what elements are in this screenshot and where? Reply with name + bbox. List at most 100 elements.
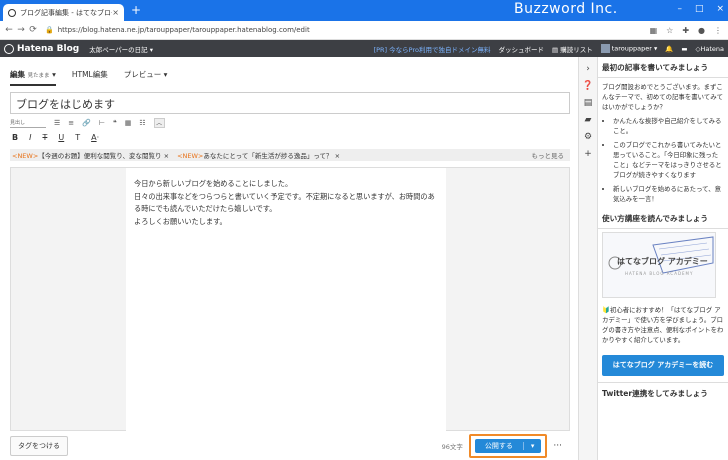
sidebar-heading: 使い方講座を読んでみましょう	[598, 208, 728, 229]
text-color-icon[interactable]: A·	[91, 133, 99, 142]
publish-label: 公開する	[484, 441, 513, 450]
more-options-icon[interactable]: ···	[553, 441, 562, 451]
news-item-1[interactable]: <NEW>【今週のお題】便利な閲覧り、変な閲覧り ×	[12, 150, 169, 160]
blog-name-menu[interactable]: 太郎ペーパーの日記 ▾	[89, 44, 153, 54]
new-badge: <NEW>	[177, 152, 204, 160]
publish-button[interactable]: 公開する ▾	[474, 438, 542, 453]
toolbar-row-2: B I T U T A·	[12, 132, 99, 142]
reading-list-icon: ▤	[551, 45, 561, 54]
tab-title: ブログ記事編集 - はてなブログ	[20, 8, 113, 17]
tab-edit-label: 編集	[10, 70, 25, 79]
numbered-list-icon[interactable]: ≡	[68, 119, 74, 127]
new-tab-button[interactable]: +	[131, 4, 141, 17]
hatena-blog-logo[interactable]: Hatena Blog	[4, 43, 80, 54]
user-menu[interactable]: tarouppaper ▾	[600, 44, 658, 53]
reading-list-label: 購読リスト	[560, 45, 593, 54]
minimize-button[interactable]: –	[677, 4, 682, 14]
qr-icon[interactable]: ▦	[650, 26, 658, 35]
list-item: このブログでこれから書いてみたいと思っていること。「今日印象に残ったこと」などテ…	[613, 140, 724, 180]
star-icon[interactable]: ☆	[666, 26, 673, 35]
more-tools-icon[interactable]: ☷	[139, 119, 145, 127]
title-input[interactable]: ブログをはじめます	[10, 92, 570, 114]
reload-icon[interactable]: ⟳	[27, 25, 39, 35]
hr-icon[interactable]: ⊢	[99, 119, 105, 127]
suggestion-list: かんたんな挨拶や自己紹介をしてみること。 このブログでこれから書いてみたいと思っ…	[598, 116, 728, 204]
list-item: かんたんな挨拶や自己紹介をしてみること。	[613, 116, 724, 136]
menu-icon[interactable]: ⋮	[714, 26, 722, 35]
bullet-list-icon[interactable]: ☰	[54, 119, 60, 127]
hatena-logo-icon	[4, 43, 14, 54]
maximize-button[interactable]: □	[695, 4, 704, 14]
tab-preview-label: プレビュー	[123, 70, 162, 79]
hatena-header: Hatena Blog 太郎ペーパーの日記 ▾ [PR] 今ならPro利用で独自…	[0, 40, 728, 57]
browser-tab[interactable]: ブログ記事編集 - はてなブログ ×	[3, 4, 124, 21]
font-size-icon[interactable]: T	[75, 133, 80, 142]
back-icon[interactable]: ←	[3, 25, 15, 35]
tab-edit[interactable]: 編集 見たまま ▾	[10, 69, 56, 86]
logo-text: Hatena Blog	[17, 43, 80, 54]
tab-close-icon[interactable]: ×	[112, 8, 119, 17]
sidebar-heading: Twitter連携をしてみましょう	[598, 382, 728, 403]
forward-icon[interactable]: →	[15, 25, 27, 35]
hatena-label: Hatena	[700, 44, 724, 53]
tab-preview[interactable]: プレビュー ▾	[124, 69, 168, 86]
add-icon[interactable]: +	[584, 149, 592, 159]
beginner-icon: 🔰	[602, 306, 610, 314]
italic-icon[interactable]: I	[29, 133, 31, 142]
format-select[interactable]: 見出し	[10, 119, 46, 128]
body-paragraph: 日々の出来事などをつらつらと書いていく予定です。不定期になると思いますが、お時間…	[134, 192, 435, 213]
pro-promo-link[interactable]: [PR] 今ならPro利用で独自ドメイン無料	[374, 44, 491, 54]
profile-icon[interactable]: ●	[698, 26, 705, 35]
sidebar-intro: ブログ開設おめでとうございます。まずこんなテーマで、初めての記事を書いてみてはい…	[602, 83, 723, 111]
editor-area: 編集 見たまま ▾ HTML編集 プレビュー ▾ ブログをはじめます 見出し ☰…	[0, 57, 578, 460]
sidebar-panel: 最初の記事を書いてみましょう ブログ開設おめでとうございます。まずこんなテーマで…	[598, 57, 728, 460]
toolbar-row-1: 見出し ☰ ≡ 🔗 ⊢ ❝ ▦ ☷ ︿	[10, 117, 165, 129]
comment-icon[interactable]: ▬	[681, 45, 687, 53]
publish-dropdown-icon[interactable]: ▾	[522, 441, 542, 450]
tab-html[interactable]: HTML編集	[72, 69, 108, 86]
help-icon[interactable]: ❓	[582, 81, 593, 91]
academy-subtitle: HATENA BLOG ACADEMY	[625, 271, 694, 276]
char-count: 96文字	[441, 442, 463, 451]
body-paragraph: よろしくお願いいたします。	[134, 217, 227, 226]
reading-list-link[interactable]: ▤ 購読リスト	[552, 44, 593, 54]
link-icon[interactable]: 🔗	[82, 119, 91, 127]
underline-icon[interactable]: U	[58, 133, 64, 142]
dashboard-link[interactable]: ダッシュボード	[498, 44, 544, 54]
url-field[interactable]: 🔒 https://blog.hatena.ne.jp/tarouppaper/…	[45, 26, 650, 34]
browser-tabbar: ブログ記事編集 - はてなブログ × + Buzzword Inc. – □ ×	[0, 0, 728, 21]
add-tag-button[interactable]: タグをつける	[10, 435, 68, 456]
news-bar: <NEW>【今週のお題】便利な閲覧り、変な閲覧り × <NEW>あなたにとって「…	[10, 149, 570, 161]
sidebar-heading: 最初の記事を書いてみましょう	[598, 57, 728, 78]
news-item-2[interactable]: <NEW>あなたにとって「新生活が捗る逸品」って？ ×	[177, 150, 340, 160]
sidebar-icon-column: › ❓ ▤ ▰ ⚙ +	[578, 57, 598, 460]
user-name: tarouppaper ▾	[611, 44, 658, 53]
notification-icon[interactable]: 🔔	[665, 45, 673, 53]
extensions-icon[interactable]: ✚	[682, 26, 689, 35]
news-text: 【今週のお題】便利な閲覧り、変な閲覧り ×	[38, 152, 170, 160]
quote-icon[interactable]: ❝	[113, 119, 117, 127]
collapse-sidebar-icon[interactable]: ›	[586, 64, 590, 74]
read-academy-button[interactable]: はてなブログ アカデミーを読む	[602, 355, 724, 376]
folder-icon[interactable]: ▰	[585, 115, 592, 125]
settings-icon[interactable]: ⚙	[584, 132, 592, 142]
hatena-menu[interactable]: ◇Hatena	[695, 45, 724, 53]
bold-icon[interactable]: B	[12, 133, 18, 142]
new-badge: <NEW>	[12, 152, 39, 160]
table-icon[interactable]: ▦	[125, 119, 132, 127]
news-more-link[interactable]: もっと見る	[532, 150, 571, 160]
hatena-favicon-icon	[8, 8, 16, 17]
academy-description: 初心者におすすめ！「はてなブログ アカデミー」で使い方を学びましょう。ブログの書…	[602, 306, 724, 344]
draft-icon[interactable]: ▤	[584, 98, 593, 108]
editor-canvas: 今日から新しいブログを始めることにしました。 日々の出来事などをつらつらと書いて…	[10, 167, 570, 432]
strikethrough-icon[interactable]: T	[42, 133, 47, 142]
url-text: https://blog.hatena.ne.jp/tarouppaper/ta…	[57, 26, 310, 34]
collapse-toolbar-icon[interactable]: ︿	[153, 118, 165, 128]
publish-highlight: 公開する ▾	[468, 433, 548, 458]
academy-title: はてなブログ アカデミー	[617, 257, 708, 266]
editor-body[interactable]: 今日から新しいブログを始めることにしました。 日々の出来事などをつらつらと書いて…	[126, 168, 446, 432]
close-window-button[interactable]: ×	[716, 4, 724, 14]
watermark-text: Buzzword Inc.	[514, 1, 618, 17]
academy-banner[interactable]: はてなブログ アカデミー HATENA BLOG ACADEMY	[602, 232, 716, 298]
address-bar: ← → ⟳ 🔒 https://blog.hatena.ne.jp/taroup…	[0, 21, 728, 40]
